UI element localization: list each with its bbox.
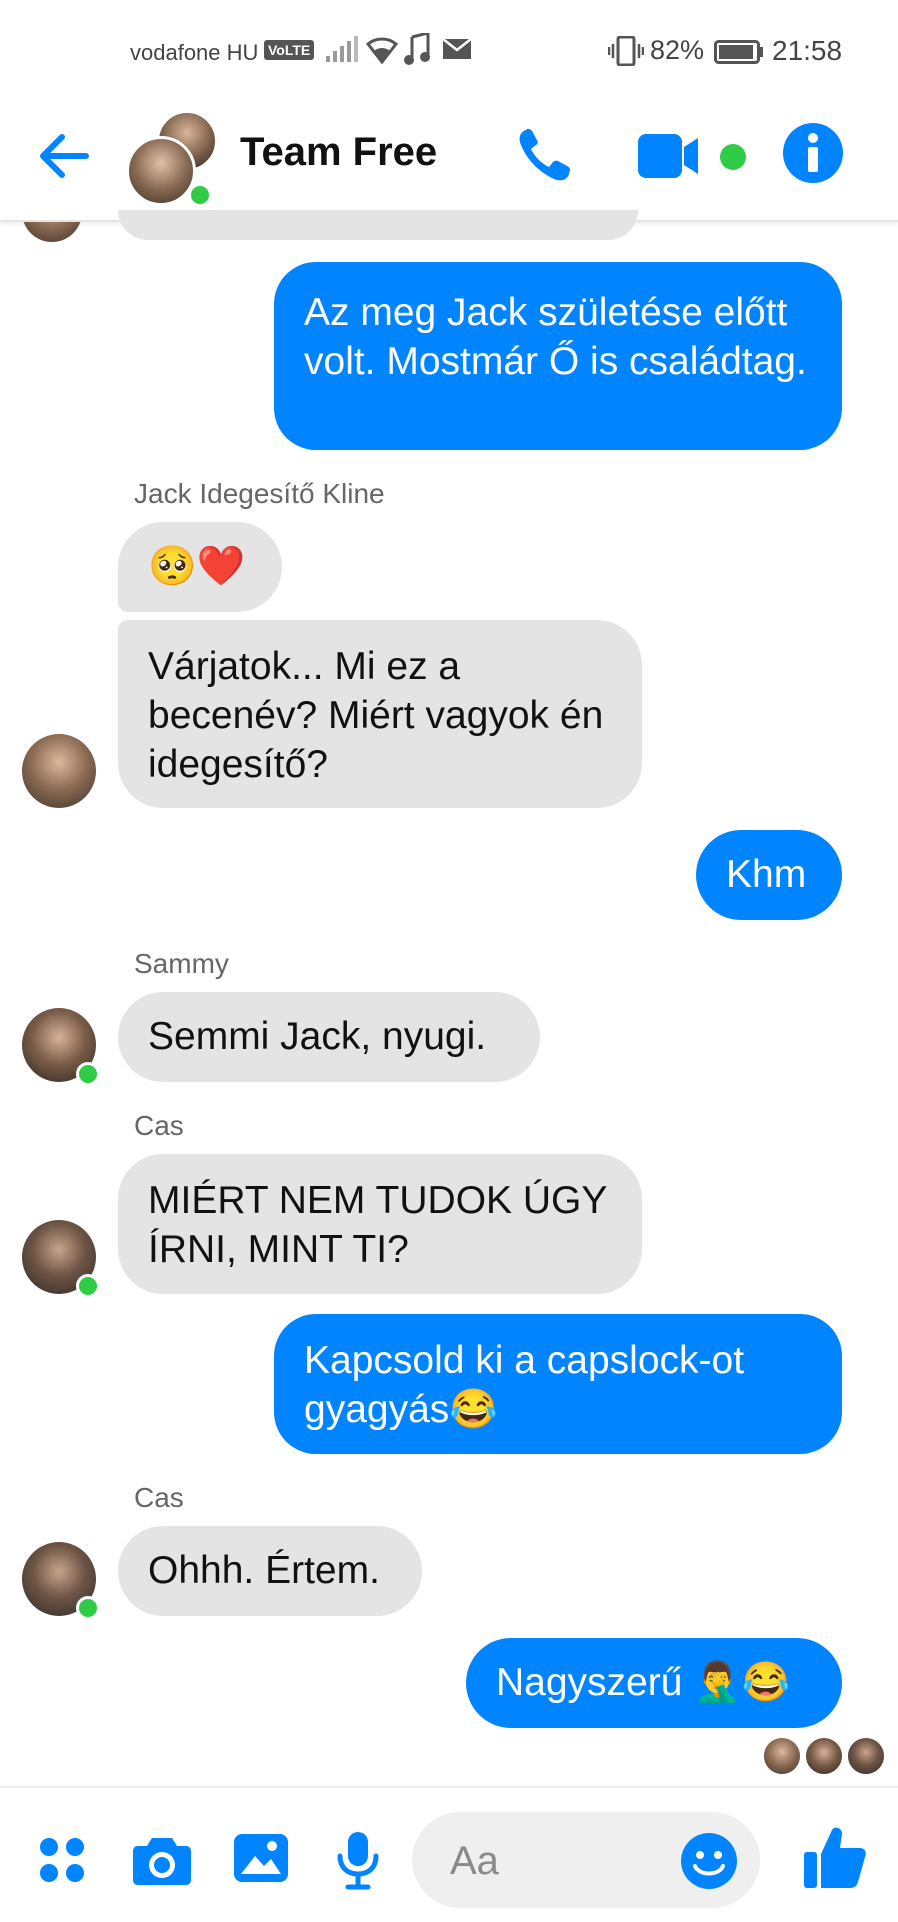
seen-avatar xyxy=(846,1736,886,1776)
gallery-icon[interactable] xyxy=(232,1832,290,1884)
message-bubble[interactable]: MIÉRT NEM TUDOK ÚGY ÍRNI, MINT TI? xyxy=(118,1154,642,1294)
seen-avatar xyxy=(762,1736,802,1776)
info-icon[interactable] xyxy=(782,122,844,184)
avatar[interactable] xyxy=(22,1220,100,1298)
status-bar: vodafone HU VoLTE 82% 21:58 xyxy=(0,0,898,100)
sender-name: Jack Idegesítő Kline xyxy=(134,478,385,509)
message-text: 🥺❤️ xyxy=(148,545,246,588)
group-avatar[interactable] xyxy=(126,110,218,207)
wifi-icon xyxy=(365,37,399,64)
volte-badge: VoLTE xyxy=(264,40,315,60)
group-avatar-member xyxy=(126,136,196,206)
mail-icon xyxy=(442,38,472,59)
carrier-label: vodafone HU xyxy=(130,40,259,65)
battery-icon xyxy=(714,40,763,64)
sender-name: Cas xyxy=(134,1110,184,1141)
message-text: Khm xyxy=(726,853,807,896)
message-text: Várjatok... Mi ez a becenév? Miért vagyo… xyxy=(148,645,604,786)
thumbs-up-icon[interactable] xyxy=(802,1824,868,1890)
message-text: Az meg Jack születése előtt volt. Mostmá… xyxy=(304,291,807,383)
signal-icon xyxy=(326,36,358,62)
message-bubble-partial xyxy=(118,210,638,240)
music-note-icon xyxy=(404,33,430,65)
message-bubble[interactable]: Khm xyxy=(696,830,842,920)
sender-name: Cas xyxy=(134,1482,184,1513)
message-text: Nagyszerű 🤦‍♂️😂 xyxy=(496,1661,791,1704)
message-bubble[interactable]: Nagyszerű 🤦‍♂️😂 xyxy=(466,1638,842,1728)
message-text: Ohhh. Értem. xyxy=(148,1549,380,1592)
message-bubble[interactable]: 🥺❤️ xyxy=(118,522,282,612)
emoji-icon[interactable] xyxy=(680,1832,738,1890)
conversation-title[interactable]: Team Free xyxy=(240,130,437,175)
message-bubble[interactable]: Várjatok... Mi ez a becenév? Miért vagyo… xyxy=(118,620,642,808)
avatar[interactable] xyxy=(22,1008,100,1086)
apps-grid-icon[interactable] xyxy=(38,1836,86,1884)
message-bubble[interactable]: Ohhh. Értem. xyxy=(118,1526,422,1616)
conversation-header: Team Free xyxy=(0,100,898,222)
message-bubble[interactable]: Az meg Jack születése előtt volt. Mostmá… xyxy=(274,262,842,450)
vibrate-icon xyxy=(608,36,644,66)
avatar[interactable] xyxy=(22,734,96,808)
online-indicator xyxy=(188,183,212,207)
video-camera-icon[interactable] xyxy=(636,130,700,182)
message-bubble[interactable]: Kapcsold ki a capslock-ot gyagyás😂 xyxy=(274,1314,842,1454)
online-indicator xyxy=(76,1596,100,1620)
clock: 21:58 xyxy=(772,35,843,66)
camera-icon[interactable] xyxy=(132,1834,192,1886)
message-composer[interactable] xyxy=(412,1812,760,1908)
phone-icon[interactable] xyxy=(516,126,572,184)
message-text: MIÉRT NEM TUDOK ÚGY ÍRNI, MINT TI? xyxy=(148,1179,607,1271)
composer-bar xyxy=(0,1786,898,1922)
back-arrow-icon[interactable] xyxy=(36,128,92,184)
message-text: Kapcsold ki a capslock-ot gyagyás😂 xyxy=(304,1339,745,1431)
active-call-dot xyxy=(720,144,746,170)
sender-name: Sammy xyxy=(134,948,229,979)
message-input[interactable] xyxy=(448,1836,672,1886)
message-bubble[interactable]: Semmi Jack, nyugi. xyxy=(118,992,540,1082)
message-text: Semmi Jack, nyugi. xyxy=(148,1015,487,1058)
battery-percent: 82% xyxy=(650,35,705,65)
microphone-icon[interactable] xyxy=(336,1830,380,1890)
avatar[interactable] xyxy=(22,1542,100,1620)
online-indicator xyxy=(76,1274,100,1298)
online-indicator xyxy=(76,1062,100,1086)
seen-avatar xyxy=(804,1736,844,1776)
